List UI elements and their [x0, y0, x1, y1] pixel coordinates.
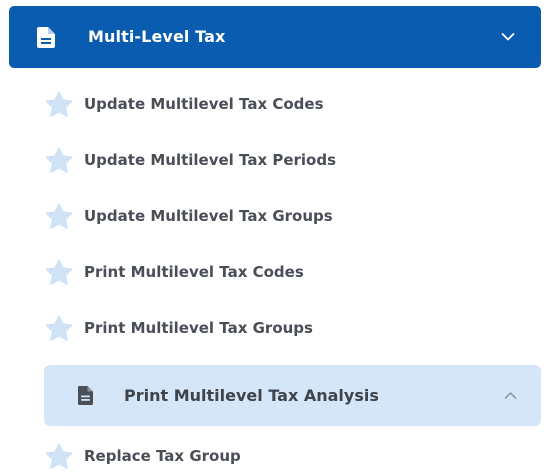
multi-level-tax-group-header[interactable]: Multi-Level Tax	[9, 6, 541, 68]
print-tax-analysis-submenu-header[interactable]: Print Multilevel Tax Analysis	[44, 365, 541, 426]
chevron-down-icon[interactable]	[501, 32, 515, 42]
star-icon[interactable]	[44, 203, 74, 230]
menu-item-label: Update Multilevel Tax Periods	[84, 151, 337, 169]
star-icon[interactable]	[44, 147, 74, 174]
menu-item-print-tax-groups[interactable]: Print Multilevel Tax Groups	[0, 308, 544, 348]
menu-item-label: Replace Tax Group	[84, 447, 241, 465]
star-icon[interactable]	[44, 91, 74, 118]
group-title: Multi-Level Tax	[88, 27, 226, 46]
menu-item-update-tax-groups[interactable]: Update Multilevel Tax Groups	[0, 196, 544, 236]
menu-item-update-tax-codes[interactable]: Update Multilevel Tax Codes	[0, 84, 544, 124]
menu-item-label: Update Multilevel Tax Groups	[84, 207, 333, 225]
menu-item-update-tax-periods[interactable]: Update Multilevel Tax Periods	[0, 140, 544, 180]
star-icon[interactable]	[44, 259, 74, 286]
document-icon	[37, 27, 55, 48]
star-icon[interactable]	[44, 315, 74, 342]
menu-item-print-tax-codes[interactable]: Print Multilevel Tax Codes	[0, 252, 544, 292]
chevron-up-icon[interactable]	[504, 391, 517, 400]
menu-item-replace-tax-group[interactable]: Replace Tax Group	[0, 436, 544, 476]
tax-menu: Multi-Level Tax Update Multilevel Tax Co…	[0, 0, 544, 476]
menu-item-label: Print Multilevel Tax Codes	[84, 263, 304, 281]
document-icon	[78, 386, 93, 405]
submenu-title: Print Multilevel Tax Analysis	[124, 386, 379, 405]
menu-item-label: Update Multilevel Tax Codes	[84, 95, 324, 113]
star-icon[interactable]	[44, 443, 74, 470]
menu-item-label: Print Multilevel Tax Groups	[84, 319, 313, 337]
